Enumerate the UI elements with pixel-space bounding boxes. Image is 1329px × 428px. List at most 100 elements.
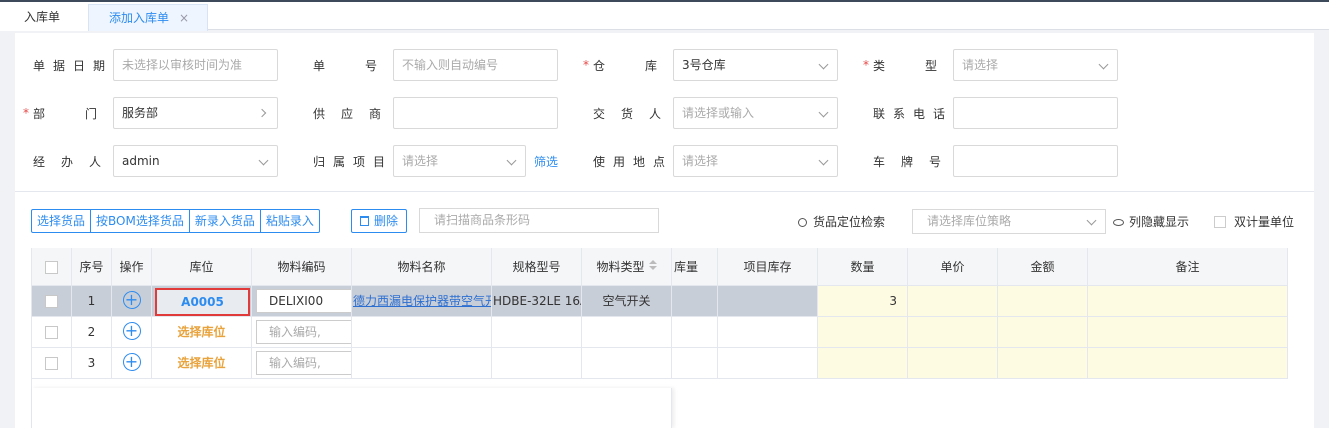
checkbox[interactable] bbox=[1214, 216, 1226, 228]
chevron-down-icon bbox=[818, 155, 829, 166]
row-project-stock bbox=[718, 286, 818, 317]
table-header: 序号 操作 库位 物料编码 物料名称 规格型号 物料类型 库量 项目库存 数量 … bbox=[32, 248, 1288, 286]
row-price[interactable] bbox=[908, 348, 998, 379]
button-group: 选择货品 按BOM选择货品 新录入货品 粘贴录入 bbox=[31, 209, 320, 233]
row-checkbox-cell[interactable] bbox=[32, 317, 72, 348]
code-input[interactable]: 输入编码, bbox=[256, 320, 351, 344]
header-mtype-label: 物料类型 bbox=[596, 260, 645, 274]
table-row[interactable]: 2 + 选择库位 输入编码, bbox=[32, 317, 1288, 348]
chevron-down-icon bbox=[1098, 59, 1109, 70]
chevron-down-icon bbox=[506, 155, 517, 166]
header-remark: 备注 bbox=[1088, 248, 1288, 286]
checkbox[interactable] bbox=[45, 357, 58, 370]
add-row-icon[interactable]: + bbox=[122, 353, 141, 371]
tab-label: 入库单 bbox=[24, 10, 61, 24]
row-remark[interactable] bbox=[1088, 286, 1288, 317]
row-seq: 3 bbox=[72, 348, 112, 379]
select-goods-button[interactable]: 选择货品 bbox=[32, 210, 92, 232]
row-price[interactable] bbox=[908, 286, 998, 317]
table-row[interactable]: 1 + A0005 DELIXI00 德力西漏电保护器带空气开关 HDBE-32… bbox=[32, 286, 1288, 317]
location-select[interactable]: 请选择 bbox=[673, 145, 838, 177]
close-icon[interactable]: × bbox=[179, 5, 189, 31]
form-row: 单据日期 未选择以审核时间为准 单号 不输入则自动编号 * 仓库 3号仓库 * 类型… bbox=[15, 49, 1314, 81]
new-goods-button[interactable]: 新录入货品 bbox=[190, 210, 261, 232]
bom-select-button[interactable]: 按BOM选择货品 bbox=[91, 210, 190, 232]
handler-select[interactable]: admin bbox=[113, 145, 278, 177]
type-select[interactable]: 请选择 bbox=[953, 49, 1118, 81]
code-input[interactable]: DELIXI00 bbox=[256, 289, 351, 313]
header-location: 库位 bbox=[152, 248, 252, 286]
row-spec: HDBE-32LE 16A bbox=[492, 286, 582, 317]
filter-link[interactable]: 筛选 bbox=[534, 153, 558, 170]
tab-inbound-list[interactable]: 入库单 bbox=[0, 4, 88, 31]
number-input[interactable]: 不输入则自动编号 bbox=[393, 49, 558, 81]
row-checkbox-cell[interactable] bbox=[32, 348, 72, 379]
warehouse-select[interactable]: 3号仓库 bbox=[673, 49, 838, 81]
row-qty[interactable] bbox=[818, 348, 908, 379]
form-row: 经办人 admin 归属项目 请选择 筛选 使用地点 请选择 车牌号 bbox=[15, 145, 1314, 177]
chevron-down-icon bbox=[818, 107, 829, 118]
column-visibility-toggle[interactable]: 列隐藏显示 bbox=[1113, 213, 1189, 230]
row-project-stock bbox=[718, 348, 818, 379]
location-strategy-select[interactable]: 请选择库位策略 bbox=[912, 209, 1106, 234]
row-mtype bbox=[582, 348, 672, 379]
add-row-icon[interactable]: + bbox=[122, 322, 141, 340]
barcode-scan-input[interactable]: 请扫描商品条形码 bbox=[419, 208, 659, 233]
location-label: 使用地点 bbox=[593, 155, 674, 169]
paste-entry-button[interactable]: 粘贴录入 bbox=[261, 210, 319, 232]
sort-icon[interactable] bbox=[648, 260, 657, 270]
row-remark[interactable] bbox=[1088, 317, 1288, 348]
row-project-stock bbox=[718, 317, 818, 348]
checkbox[interactable] bbox=[45, 261, 58, 274]
phone-input[interactable] bbox=[953, 97, 1118, 129]
row-qty[interactable] bbox=[818, 317, 908, 348]
header-code: 物料编码 bbox=[252, 248, 352, 286]
chevron-right-icon bbox=[257, 108, 267, 118]
row-checkbox-cell[interactable] bbox=[32, 286, 72, 317]
checkbox[interactable] bbox=[45, 295, 58, 308]
material-name-link[interactable]: 德力西漏电保护器带空气开关 bbox=[352, 286, 492, 317]
row-amount bbox=[998, 348, 1088, 379]
checkbox[interactable] bbox=[45, 326, 58, 339]
row-op: + bbox=[112, 286, 152, 317]
tab-add-inbound[interactable]: 添加入库单 × bbox=[88, 4, 208, 31]
required-mark: * bbox=[583, 58, 629, 72]
header-qty: 数量 bbox=[818, 248, 908, 286]
items-table: 序号 操作 库位 物料编码 物料名称 规格型号 物料类型 库量 项目库存 数量 … bbox=[31, 248, 1288, 428]
header-stock: 库量 bbox=[672, 248, 718, 286]
deliverer-input[interactable]: 请选择或输入 bbox=[673, 97, 838, 129]
row-price[interactable] bbox=[908, 317, 998, 348]
select-location-button[interactable]: 选择库位 bbox=[152, 317, 252, 348]
form-panel: 单据日期 未选择以审核时间为准 单号 不输入则自动编号 * 仓库 3号仓库 * 类型… bbox=[15, 33, 1314, 428]
code-input[interactable]: 输入编码, bbox=[256, 351, 351, 375]
header-select-all[interactable] bbox=[32, 248, 72, 286]
eye-icon bbox=[1113, 219, 1124, 226]
table-row[interactable]: 3 + 选择库位 输入编码, bbox=[32, 348, 1288, 379]
dual-unit-checkbox[interactable]: 双计量单位 bbox=[1214, 213, 1294, 230]
row-qty[interactable]: 3 bbox=[818, 286, 908, 317]
plate-input[interactable] bbox=[953, 145, 1118, 177]
date-input[interactable]: 未选择以审核时间为准 bbox=[113, 49, 278, 81]
select-location-button[interactable]: 选择库位 bbox=[152, 348, 252, 379]
department-value: 服务部 bbox=[122, 106, 159, 120]
strategy-placeholder: 请选择库位策略 bbox=[927, 214, 1012, 228]
chevron-down-icon bbox=[1086, 215, 1097, 226]
row-seq: 1 bbox=[72, 286, 112, 317]
location-selected[interactable]: A0005 bbox=[155, 288, 250, 316]
row-location: A0005 bbox=[152, 286, 252, 317]
header-mtype[interactable]: 物料类型 bbox=[582, 248, 672, 286]
goods-locate-search[interactable]: 货品定位检索 bbox=[798, 213, 885, 230]
row-amount bbox=[998, 286, 1088, 317]
project-label: 归属项目 bbox=[313, 155, 394, 169]
project-select[interactable]: 请选择 bbox=[393, 145, 526, 177]
supplier-input[interactable] bbox=[393, 97, 558, 129]
header-name: 物料名称 bbox=[352, 248, 492, 286]
plate-label: 车牌号 bbox=[873, 155, 958, 169]
add-row-icon[interactable]: + bbox=[122, 291, 141, 309]
project-placeholder: 请选择 bbox=[402, 154, 439, 168]
row-remark[interactable] bbox=[1088, 348, 1288, 379]
row-code: DELIXI00 bbox=[252, 286, 352, 317]
delete-button[interactable]: 删除 bbox=[351, 209, 407, 233]
department-select[interactable]: 服务部 bbox=[113, 97, 278, 129]
column-hide-label: 列隐藏显示 bbox=[1129, 215, 1190, 229]
